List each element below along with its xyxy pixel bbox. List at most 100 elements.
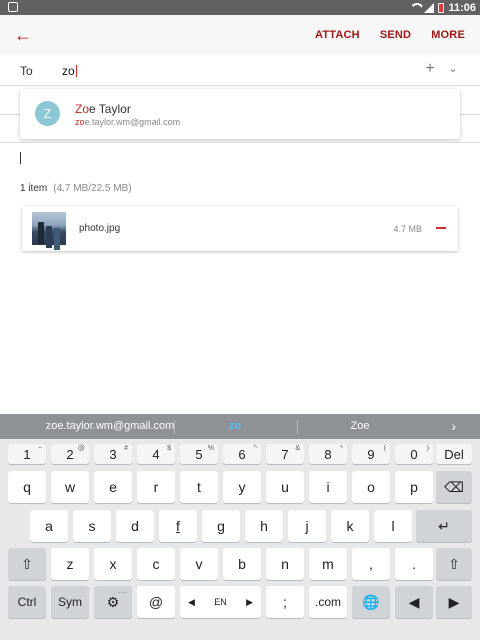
- prediction-word[interactable]: Zoe: [305, 414, 415, 439]
- key-r[interactable]: r: [137, 471, 175, 503]
- prediction-email[interactable]: zoe.taylor.wm@gmail.com: [40, 414, 180, 439]
- key-comma[interactable]: ,: [352, 548, 390, 580]
- key-w[interactable]: w: [51, 471, 89, 503]
- status-time: 11:06: [448, 1, 476, 14]
- key-p[interactable]: p: [395, 471, 433, 503]
- suggestion-email: zoe.taylor.wm@gmail.com: [75, 117, 181, 127]
- key-q[interactable]: q: [8, 471, 46, 503]
- caret-left-icon: ◀: [188, 596, 195, 607]
- key-4[interactable]: 4 $: [137, 444, 175, 464]
- add-recipient-icon[interactable]: +: [422, 61, 438, 77]
- attachment-size: 4.7 MB: [393, 224, 422, 234]
- semicolon-key[interactable]: ;: [266, 586, 304, 618]
- delete-key[interactable]: Del: [436, 444, 472, 464]
- status-bar: 11:06: [0, 0, 480, 15]
- key-m[interactable]: m: [309, 548, 347, 580]
- cursor-right-key[interactable]: ▶: [436, 586, 472, 618]
- key-0[interactable]: 0): [395, 444, 433, 464]
- attachment-name: photo.jpg: [79, 223, 121, 234]
- language-key[interactable]: 🌐: [352, 586, 390, 618]
- wifi-icon: [410, 3, 420, 13]
- key-3[interactable]: 3 #: [94, 444, 132, 464]
- at-key[interactable]: @: [137, 586, 175, 618]
- key-j[interactable]: j: [288, 510, 326, 542]
- notification-icon: [8, 2, 18, 12]
- enter-icon: ↵: [438, 517, 450, 534]
- key-z[interactable]: z: [51, 548, 89, 580]
- key-s[interactable]: s: [73, 510, 111, 542]
- photo-thumbnail: [32, 212, 66, 245]
- attachment-item[interactable]: photo.jpg 4.7 MB: [22, 206, 458, 251]
- battery-icon: [438, 2, 445, 13]
- key-b[interactable]: b: [223, 548, 261, 580]
- space-key[interactable]: ◀ EN ▶: [180, 586, 261, 618]
- key-u[interactable]: u: [266, 471, 304, 503]
- attach-button[interactable]: ATTACH: [315, 29, 360, 41]
- key-i[interactable]: i: [309, 471, 347, 503]
- text-caret: [75, 65, 77, 77]
- key-e[interactable]: e: [94, 471, 132, 503]
- key-k[interactable]: k: [331, 510, 369, 542]
- key-y[interactable]: y: [223, 471, 261, 503]
- language-label: EN: [214, 597, 227, 607]
- attachment-count: 1 item: [20, 183, 48, 194]
- divider: [460, 114, 480, 115]
- send-button[interactable]: SEND: [380, 29, 411, 41]
- chevron-right-icon[interactable]: ›: [451, 414, 456, 439]
- to-input-value: zo: [62, 64, 75, 78]
- globe-icon: 🌐: [362, 593, 380, 610]
- divider: [174, 420, 175, 434]
- avatar: Z: [35, 101, 60, 126]
- key-6[interactable]: 6 ^: [223, 444, 261, 464]
- ctrl-key[interactable]: Ctrl: [8, 586, 46, 618]
- key-8[interactable]: 8 *: [309, 444, 347, 464]
- prediction-typed[interactable]: zo: [180, 414, 290, 439]
- key-o[interactable]: o: [352, 471, 390, 503]
- shift-icon: ⇧: [21, 555, 33, 572]
- attachment-summary: 1 item (4.7 MB/22.5 MB): [20, 183, 132, 194]
- arrow-right-icon: ▶: [448, 593, 460, 610]
- key-h[interactable]: h: [245, 510, 283, 542]
- enter-key[interactable]: ↵: [416, 510, 472, 542]
- key-f[interactable]: f: [159, 510, 197, 542]
- key-t[interactable]: t: [180, 471, 218, 503]
- shift-key[interactable]: ⇧: [8, 548, 46, 580]
- body-caret[interactable]: [20, 152, 21, 164]
- key-l[interactable]: l: [374, 510, 412, 542]
- prediction-bar: zoe.taylor.wm@gmail.com zo Zoe ›: [0, 414, 480, 439]
- remove-attachment-icon[interactable]: [436, 227, 446, 229]
- backspace-key[interactable]: ⌫: [436, 471, 472, 503]
- key-n[interactable]: n: [266, 548, 304, 580]
- contact-suggestion[interactable]: Z Zoe Taylor zoe.taylor.wm@gmail.com: [20, 89, 460, 139]
- key-d[interactable]: d: [116, 510, 154, 542]
- key-period[interactable]: .: [395, 548, 433, 580]
- keyboard: zoe.taylor.wm@gmail.com zo Zoe › 1 ~ 2 @ 3…: [0, 414, 480, 640]
- settings-key[interactable]: ⚙ ···: [94, 586, 132, 618]
- sym-key[interactable]: Sym: [51, 586, 89, 618]
- cursor-left-key[interactable]: ◀: [395, 586, 433, 618]
- more-button[interactable]: MORE: [431, 29, 465, 41]
- key-9[interactable]: 9(: [352, 444, 390, 464]
- arrow-left-icon: ◀: [408, 593, 420, 610]
- key-g[interactable]: g: [202, 510, 240, 542]
- key-x[interactable]: x: [94, 548, 132, 580]
- key-7[interactable]: 7 &: [266, 444, 304, 464]
- dotcom-key[interactable]: .com: [309, 586, 347, 618]
- compose-toolbar: ← ATTACH SEND MORE: [0, 15, 480, 55]
- to-input[interactable]: zo: [62, 64, 77, 78]
- key-a[interactable]: a: [30, 510, 68, 542]
- divider: [0, 142, 480, 143]
- key-2[interactable]: 2 @: [51, 444, 89, 464]
- shift-key-right[interactable]: ⇧: [436, 548, 472, 580]
- key-v[interactable]: v: [180, 548, 218, 580]
- key-5[interactable]: 5%: [180, 444, 218, 464]
- attachment-size-info: (4.7 MB/22.5 MB): [53, 183, 132, 194]
- arrow-left-icon: ←: [14, 25, 32, 45]
- to-row: To zo + ⌄: [0, 56, 480, 86]
- back-button[interactable]: ←: [12, 24, 34, 46]
- chevron-down-icon[interactable]: ⌄: [446, 61, 460, 77]
- divider: [297, 420, 298, 434]
- key-1[interactable]: 1 ~: [8, 444, 46, 464]
- key-c[interactable]: c: [137, 548, 175, 580]
- caret-right-icon: ▶: [246, 596, 253, 607]
